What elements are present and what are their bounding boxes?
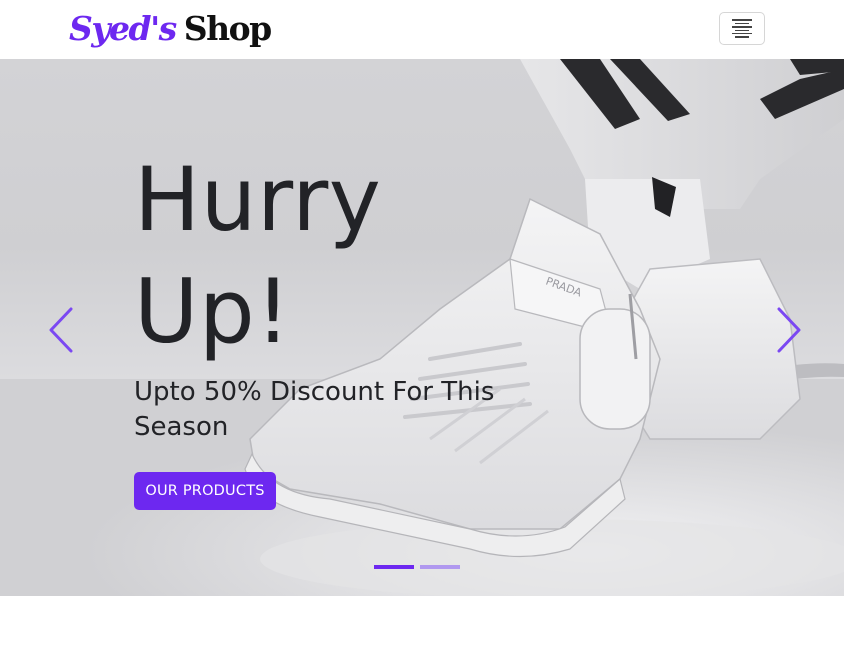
hamburger-menu-icon	[732, 19, 752, 38]
carousel-prev-button[interactable]	[40, 304, 80, 356]
navbar-toggler-button[interactable]	[719, 12, 765, 45]
chevron-right-icon	[777, 307, 801, 353]
carousel-indicators	[374, 565, 460, 569]
our-products-button[interactable]: OUR PRODUCTS	[134, 472, 276, 510]
brand-name-part1: Syed's	[69, 9, 177, 48]
hero-subline: Upto 50% Discount For This Season	[134, 377, 495, 442]
hero-headline-line2: Up!	[134, 260, 292, 363]
hero-carousel: PRADA Hurry Up! Upto 50% Discount For Th…	[0, 59, 844, 596]
brand-name-part2: Shop	[183, 9, 272, 48]
hero-headline: Hurry Up!	[134, 144, 554, 368]
navbar: Syed's Shop	[0, 0, 844, 59]
hero-headline-line1: Hurry	[134, 148, 382, 251]
carousel-indicator-1[interactable]	[374, 565, 414, 569]
carousel-indicator-2[interactable]	[420, 565, 460, 569]
chevron-left-icon	[49, 307, 73, 353]
carousel-next-button[interactable]	[770, 304, 810, 356]
brand-logo[interactable]: Syed's Shop	[69, 9, 272, 48]
hero-caption: Hurry Up! Upto 50% Discount For This Sea…	[134, 144, 554, 445]
